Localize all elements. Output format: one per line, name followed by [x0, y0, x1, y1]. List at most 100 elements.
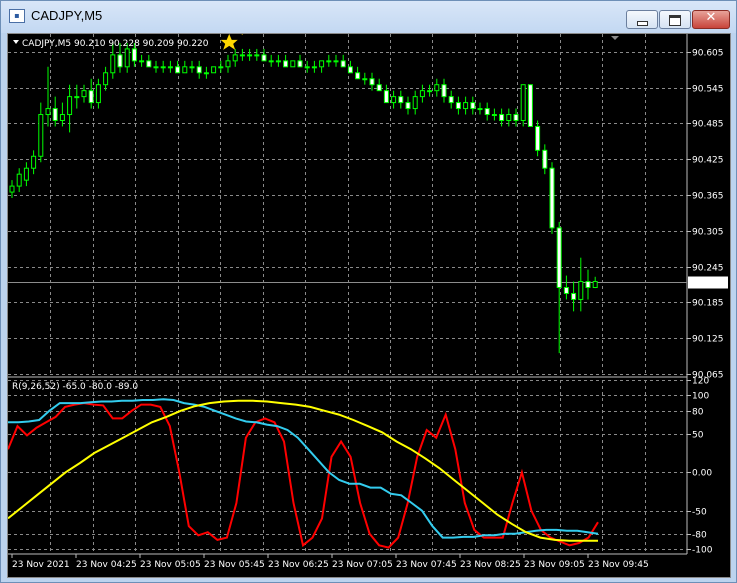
candle-body	[95, 84, 101, 104]
candle-body	[304, 66, 310, 69]
candle-body	[549, 167, 555, 229]
candle-body	[405, 102, 411, 110]
candle-body	[290, 60, 296, 68]
candle-body	[31, 155, 37, 169]
candle-body	[9, 185, 15, 193]
candle-body	[311, 66, 317, 69]
candle-body	[160, 66, 166, 69]
candle-body	[484, 108, 490, 116]
time-tick-label: 23 Nov 07:45	[396, 560, 457, 570]
candle-body	[427, 90, 433, 93]
candle-body	[376, 84, 382, 92]
time-tick-label: 23 Nov 09:45	[588, 560, 649, 570]
time-tick-label: 23 Nov 07:05	[332, 560, 393, 570]
chart-window: ▪ CADJPY,M5 ✕ 90.605 90.545 90.485 90.425 90…	[0, 0, 737, 583]
candle-body	[333, 60, 339, 63]
price-tick-label: 90.305	[692, 228, 724, 238]
price-tick-label: 90.365	[692, 192, 724, 202]
candle-body	[88, 90, 94, 104]
price-tick-label: 90.605	[692, 49, 724, 59]
candle-body	[542, 149, 548, 169]
chart-area[interactable]: 90.605 90.545 90.485 90.425 90.365 90.305 90.2…	[7, 33, 731, 578]
time-tick-label: 23 Nov 06:25	[268, 560, 329, 570]
candle-body	[131, 48, 137, 62]
indicator-tick-label: -100	[692, 546, 713, 556]
title-bar[interactable]: ▪ CADJPY,M5 ✕	[1, 1, 736, 33]
candle-body	[412, 96, 418, 110]
candle-body	[110, 54, 116, 74]
minimize-icon	[637, 21, 648, 26]
candle-body	[470, 102, 476, 110]
candle-body	[254, 54, 260, 57]
candle-body	[506, 114, 512, 121]
candle-body	[326, 60, 332, 63]
candle-body	[434, 84, 440, 92]
candle-body	[383, 90, 389, 104]
indicator-tick-label: 50	[692, 431, 704, 441]
price-tick-label: 90.545	[692, 85, 724, 95]
candle-body	[455, 102, 461, 110]
candle-body	[398, 96, 404, 104]
indicator-tick-label: -80	[692, 531, 707, 541]
candle-body	[297, 60, 303, 68]
minimize-button[interactable]	[626, 10, 658, 29]
price-tick-label: 90.125	[692, 335, 724, 345]
candle-body	[527, 84, 533, 127]
candle-body	[275, 60, 281, 63]
shift-marker-icon[interactable]	[611, 36, 619, 40]
candle-body	[319, 60, 325, 68]
candle-body	[499, 114, 505, 121]
candle-body	[225, 60, 231, 68]
candle-body	[52, 108, 58, 121]
price-header-dropdown-icon[interactable]	[13, 40, 19, 44]
candle-body	[182, 66, 188, 74]
candle-body	[232, 54, 238, 62]
candle-body	[355, 72, 361, 80]
indicator-tick-label: 120	[692, 377, 709, 387]
candle-body	[196, 66, 202, 74]
candle-body	[268, 60, 274, 63]
candle-body	[67, 96, 73, 116]
candle-body	[23, 167, 29, 181]
candle-body	[347, 66, 353, 74]
candle-body	[556, 227, 562, 289]
price-tick-label: 90.485	[692, 120, 724, 130]
price-tick-label: 90.425	[692, 156, 724, 166]
candle-body	[535, 125, 541, 151]
candle-body	[419, 90, 425, 98]
indicator-tick-label: 80	[692, 408, 704, 418]
indicator-tick-label: 0.00	[692, 469, 712, 479]
candle-body	[189, 66, 195, 69]
candle-body	[103, 72, 109, 86]
candle-body	[167, 66, 173, 69]
price-header: CADJPY,M5 90.210 90.228 90.209 90.220	[22, 39, 209, 49]
candle-body	[463, 102, 469, 110]
candle-body	[477, 108, 483, 111]
candle-body	[578, 281, 584, 300]
candle-body	[153, 66, 159, 69]
candle-body	[203, 72, 209, 75]
candle-body	[175, 66, 181, 74]
current-price-label: 90.220	[691, 279, 723, 289]
candle-body	[369, 78, 375, 86]
candle-body	[81, 90, 87, 98]
candle-body	[340, 60, 346, 68]
candle-body	[585, 281, 591, 289]
star-icon	[220, 34, 238, 50]
candle-body	[211, 66, 217, 74]
candle-body	[283, 60, 289, 68]
candle-body	[491, 114, 497, 117]
candle-body	[571, 292, 577, 300]
time-tick-label: 23 Nov 05:05	[140, 560, 201, 570]
candle-body	[247, 54, 253, 57]
chart-canvas[interactable]: 90.605 90.545 90.485 90.425 90.365 90.305 90.2…	[8, 34, 730, 577]
time-tick-label: 23 Nov 2021	[12, 560, 70, 570]
candle-body	[59, 114, 65, 121]
candle-body	[117, 54, 123, 68]
indicator-header: R(9,26,52) -65.0 -80.0 -89.0	[12, 382, 138, 392]
close-button[interactable]: ✕	[692, 10, 730, 29]
down-arrow-icon	[241, 34, 243, 35]
maximize-button[interactable]	[659, 10, 691, 29]
candle-body	[124, 48, 130, 68]
candle-body	[146, 60, 152, 68]
